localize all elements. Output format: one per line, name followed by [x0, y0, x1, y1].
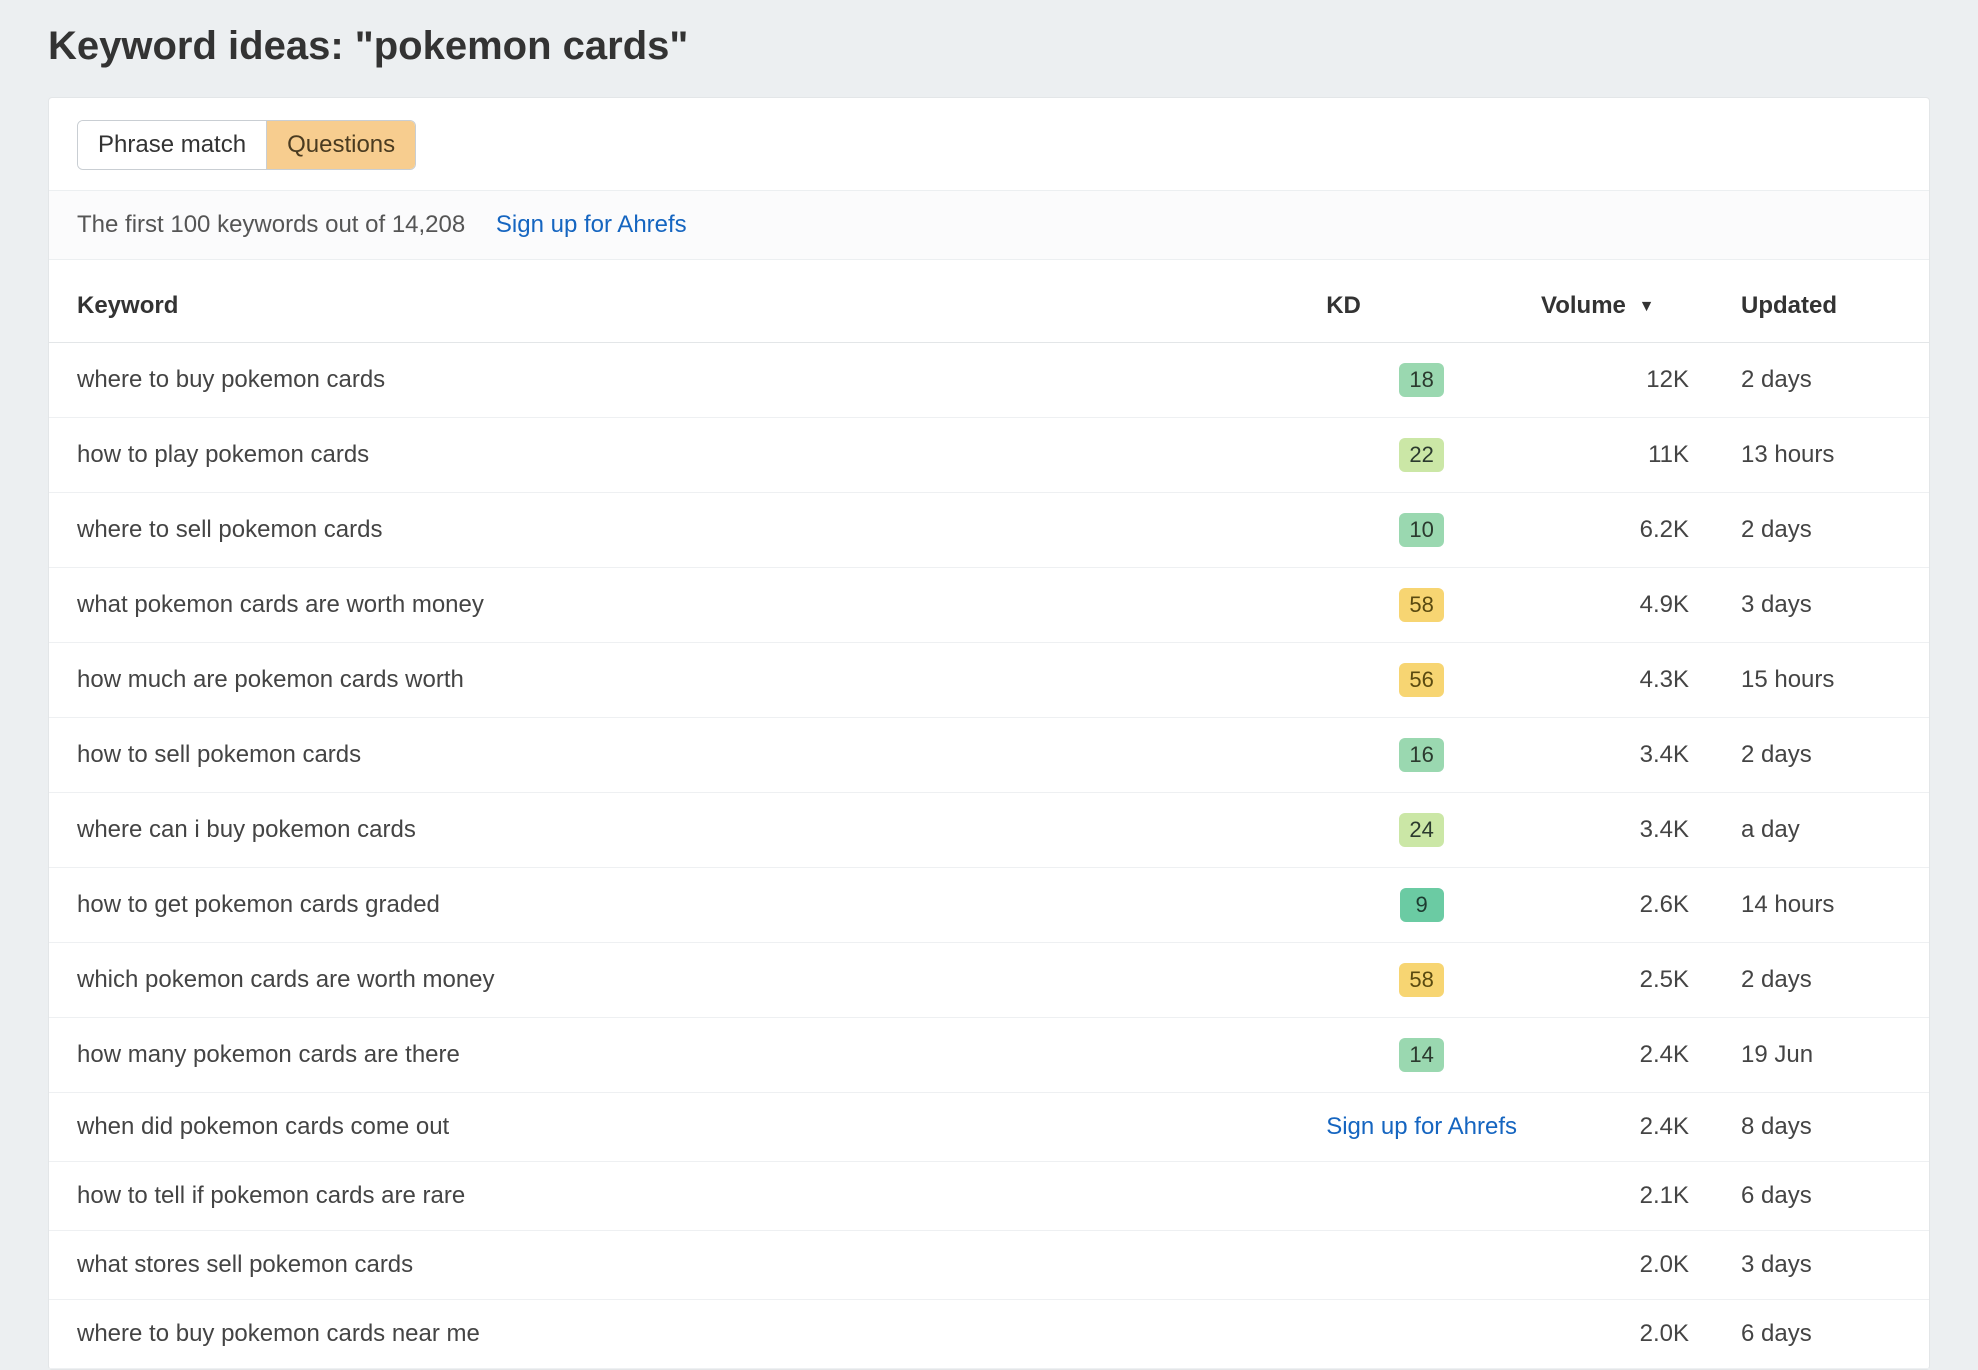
- keyword-cell[interactable]: where can i buy pokemon cards: [49, 793, 1314, 868]
- info-text: The first 100 keywords out of 14,208: [77, 211, 465, 238]
- updated-cell: 3 days: [1729, 568, 1929, 643]
- table-row: how to get pokemon cards graded 9 2.6K14 h…: [49, 868, 1929, 943]
- kd-badge: 9: [1400, 888, 1444, 922]
- table-row: how to tell if pokemon cards are rare 2.1…: [49, 1162, 1929, 1231]
- kd-badge: 58: [1399, 963, 1443, 997]
- col-header-volume[interactable]: Volume ▼: [1529, 260, 1729, 343]
- updated-cell: 19 Jun: [1729, 1018, 1929, 1093]
- table-row: when did pokemon cards come out Sign up f…: [49, 1093, 1929, 1162]
- keyword-cell[interactable]: how to sell pokemon cards: [49, 718, 1314, 793]
- table-row: how many pokemon cards are there 14 2.4K19…: [49, 1018, 1929, 1093]
- keyword-cell[interactable]: how to play pokemon cards: [49, 418, 1314, 493]
- table-row: which pokemon cards are worth money 58 2.5…: [49, 943, 1929, 1018]
- tab-phrase-match[interactable]: Phrase match: [78, 121, 266, 169]
- keyword-cell[interactable]: how to tell if pokemon cards are rare: [49, 1162, 1314, 1231]
- keyword-cell[interactable]: where to buy pokemon cards: [49, 343, 1314, 418]
- signup-link-top[interactable]: Sign up for Ahrefs: [496, 211, 687, 238]
- table-header-row: Keyword KD Volume ▼ Updated: [49, 260, 1929, 343]
- col-header-keyword[interactable]: Keyword: [49, 260, 1314, 343]
- volume-cell: 2.4K: [1529, 1093, 1729, 1162]
- signup-link-inline[interactable]: Sign up for Ahrefs: [1326, 1113, 1517, 1140]
- volume-cell: 4.3K: [1529, 643, 1729, 718]
- updated-cell: 3 days: [1729, 1231, 1929, 1300]
- table-row: how to sell pokemon cards 16 3.4K2 days: [49, 718, 1929, 793]
- updated-cell: 2 days: [1729, 943, 1929, 1018]
- keyword-cell[interactable]: when did pokemon cards come out: [49, 1093, 1314, 1162]
- volume-cell: 3.4K: [1529, 718, 1729, 793]
- keywords-table: Keyword KD Volume ▼ Updated where to buy…: [49, 260, 1929, 1369]
- table-row: how much are pokemon cards worth 56 4.3K15…: [49, 643, 1929, 718]
- updated-cell: 15 hours: [1729, 643, 1929, 718]
- updated-cell: 2 days: [1729, 718, 1929, 793]
- keyword-cell[interactable]: how to get pokemon cards graded: [49, 868, 1314, 943]
- updated-cell: 13 hours: [1729, 418, 1929, 493]
- volume-cell: 2.4K: [1529, 1018, 1729, 1093]
- kd-badge: 14: [1399, 1038, 1443, 1072]
- keyword-cell[interactable]: which pokemon cards are worth money: [49, 943, 1314, 1018]
- updated-cell: 2 days: [1729, 493, 1929, 568]
- kd-cell: [1314, 1162, 1529, 1231]
- keyword-cell[interactable]: where to buy pokemon cards near me: [49, 1300, 1314, 1369]
- updated-cell: 6 days: [1729, 1300, 1929, 1369]
- kd-cell: 58: [1314, 943, 1529, 1018]
- info-row: The first 100 keywords out of 14,208 Sig…: [49, 190, 1929, 260]
- table-row: where can i buy pokemon cards 24 3.4Ka day: [49, 793, 1929, 868]
- col-header-updated[interactable]: Updated: [1729, 260, 1929, 343]
- keyword-cell[interactable]: how many pokemon cards are there: [49, 1018, 1314, 1093]
- kd-cell: 22: [1314, 418, 1529, 493]
- volume-cell: 2.0K: [1529, 1300, 1729, 1369]
- keyword-cell[interactable]: what pokemon cards are worth money: [49, 568, 1314, 643]
- table-row: where to buy pokemon cards near me 2.0K6 …: [49, 1300, 1929, 1369]
- kd-badge: 10: [1399, 513, 1443, 547]
- updated-cell: 8 days: [1729, 1093, 1929, 1162]
- updated-cell: 14 hours: [1729, 868, 1929, 943]
- volume-cell: 2.0K: [1529, 1231, 1729, 1300]
- kd-badge: 24: [1399, 813, 1443, 847]
- table-row: how to play pokemon cards 22 11K13 hours: [49, 418, 1929, 493]
- updated-cell: 6 days: [1729, 1162, 1929, 1231]
- volume-cell: 4.9K: [1529, 568, 1729, 643]
- kd-badge: 58: [1399, 588, 1443, 622]
- results-panel: Phrase match Questions The first 100 key…: [48, 97, 1930, 1370]
- volume-cell: 3.4K: [1529, 793, 1729, 868]
- volume-cell: 2.1K: [1529, 1162, 1729, 1231]
- col-header-volume-label: Volume: [1541, 292, 1626, 319]
- volume-cell: 12K: [1529, 343, 1729, 418]
- col-header-kd[interactable]: KD: [1314, 260, 1529, 343]
- keyword-cell[interactable]: what stores sell pokemon cards: [49, 1231, 1314, 1300]
- table-row: what stores sell pokemon cards 2.0K3 days: [49, 1231, 1929, 1300]
- page-title: Keyword ideas: "pokemon cards": [48, 0, 1930, 97]
- kd-cell: Sign up for Ahrefs: [1314, 1093, 1529, 1162]
- kd-badge: 22: [1399, 438, 1443, 472]
- volume-cell: 11K: [1529, 418, 1729, 493]
- volume-cell: 2.6K: [1529, 868, 1729, 943]
- kd-badge: 18: [1399, 363, 1443, 397]
- tab-group: Phrase match Questions: [77, 120, 416, 170]
- table-row: where to sell pokemon cards 10 6.2K2 days: [49, 493, 1929, 568]
- kd-cell: 9: [1314, 868, 1529, 943]
- sort-desc-icon: ▼: [1639, 298, 1655, 316]
- tabs-row: Phrase match Questions: [49, 98, 1929, 170]
- kd-cell: 56: [1314, 643, 1529, 718]
- kd-cell: 14: [1314, 1018, 1529, 1093]
- updated-cell: a day: [1729, 793, 1929, 868]
- kd-cell: 58: [1314, 568, 1529, 643]
- tab-questions[interactable]: Questions: [266, 121, 415, 169]
- kd-cell: 24: [1314, 793, 1529, 868]
- kd-cell: 16: [1314, 718, 1529, 793]
- table-row: where to buy pokemon cards 18 12K2 days: [49, 343, 1929, 418]
- keyword-cell[interactable]: how much are pokemon cards worth: [49, 643, 1314, 718]
- volume-cell: 6.2K: [1529, 493, 1729, 568]
- kd-badge: 56: [1399, 663, 1443, 697]
- kd-cell: 18: [1314, 343, 1529, 418]
- updated-cell: 2 days: [1729, 343, 1929, 418]
- kd-cell: [1314, 1231, 1529, 1300]
- kd-badge: 16: [1399, 738, 1443, 772]
- table-row: what pokemon cards are worth money 58 4.9K…: [49, 568, 1929, 643]
- volume-cell: 2.5K: [1529, 943, 1729, 1018]
- kd-cell: 10: [1314, 493, 1529, 568]
- kd-cell: [1314, 1300, 1529, 1369]
- keyword-cell[interactable]: where to sell pokemon cards: [49, 493, 1314, 568]
